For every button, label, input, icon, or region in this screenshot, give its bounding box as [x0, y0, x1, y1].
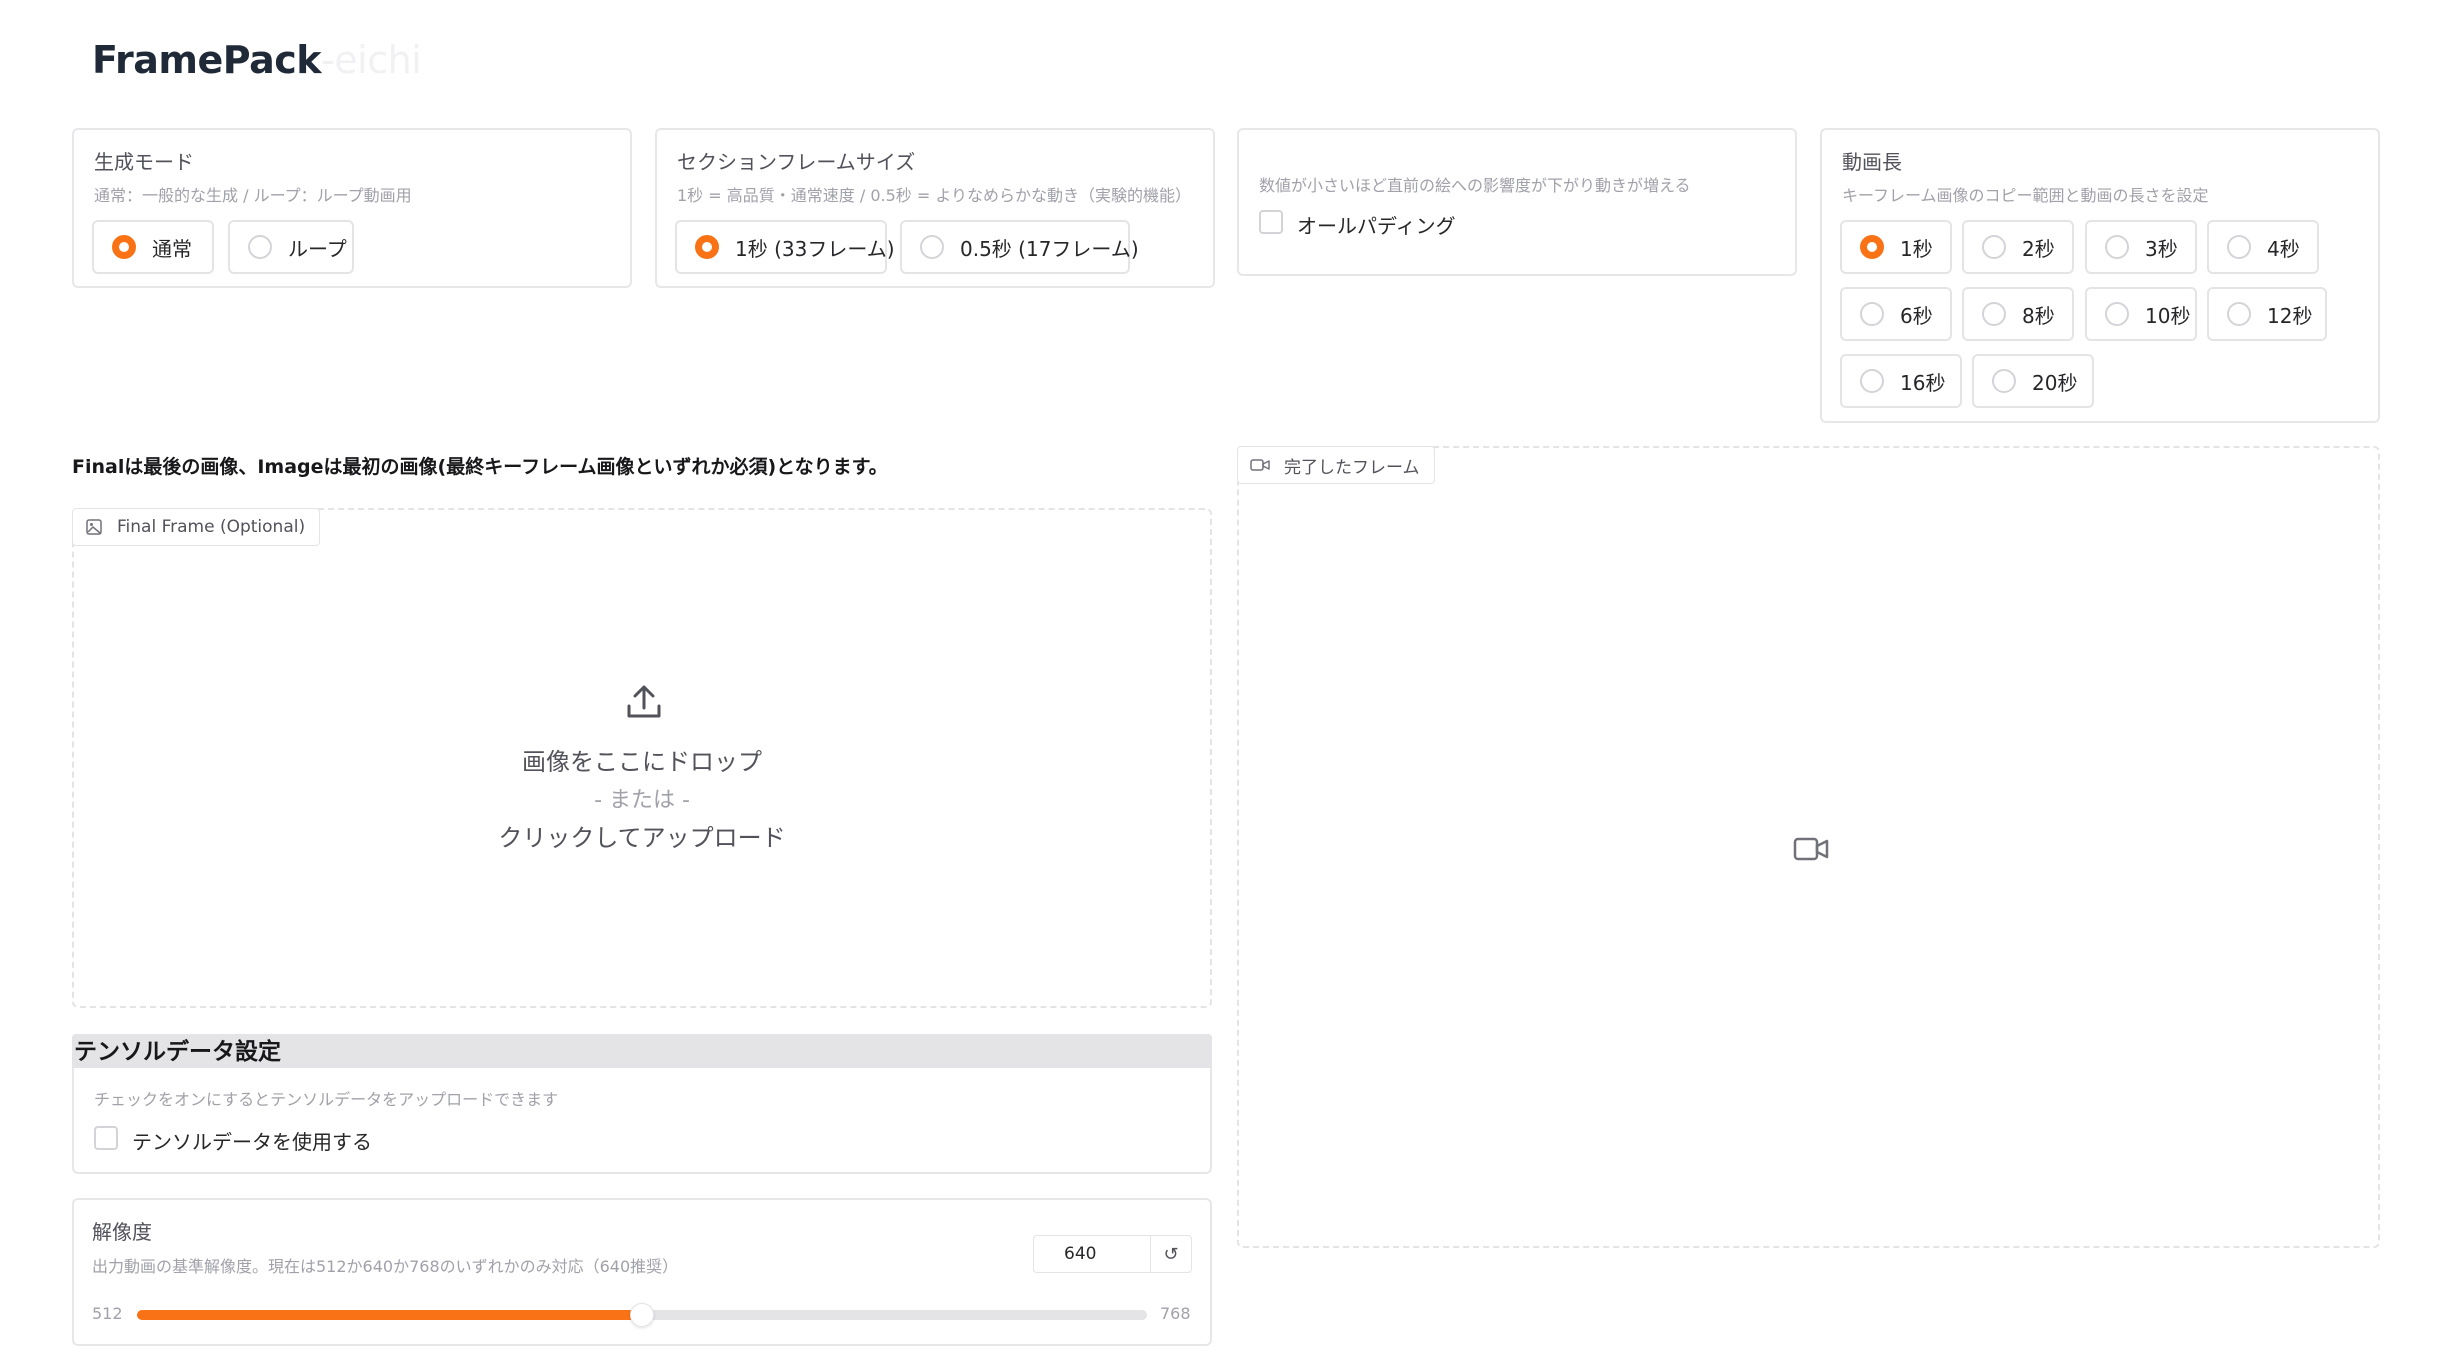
final-frame-tag-label: Final Frame (Optional) — [117, 517, 306, 537]
radio-length-16s[interactable]: 16秒 — [1840, 354, 1962, 408]
radio-frame-05s[interactable]: 0.5秒 (17フレーム) — [900, 220, 1139, 274]
radio-dot — [2105, 302, 2129, 326]
section-frame-size-panel: セクションフレームサイズ 1秒 = 高品質・通常速度 / 0.5秒 = よりなめ… — [655, 128, 1215, 288]
completed-frames-tag: 完了したフレーム — [1237, 446, 1435, 484]
radio-dot — [2105, 235, 2129, 259]
upload-click-text: クリックしてアップロード — [498, 824, 786, 852]
radio-mode-loop[interactable]: ループ — [228, 220, 354, 274]
radio-length-4s[interactable]: 4秒 — [2207, 220, 2319, 274]
resolution-slider-thumb[interactable] — [630, 1303, 654, 1327]
resolution-slider[interactable] — [137, 1303, 1147, 1327]
all-padding-info: 数値が小さいほど直前の絵への影響度が下がり動きが増える — [1259, 176, 1691, 195]
radio-dot — [1982, 302, 2006, 326]
radio-dot — [1982, 235, 2006, 259]
upload-drop-text: 画像をここにドロップ — [522, 748, 762, 776]
radio-dot — [1860, 369, 1884, 393]
generation-mode-info: 通常：一般的な生成 / ループ：ループ動画用 — [94, 186, 412, 205]
tensor-data-checkbox[interactable] — [94, 1126, 118, 1150]
radio-label: 1秒 — [1900, 236, 1933, 261]
all-padding-checkbox[interactable] — [1259, 210, 1283, 234]
completed-frames-tag-label: 完了したフレーム — [1284, 457, 1420, 478]
radio-label: 8秒 — [2022, 303, 2055, 328]
radio-length-20s[interactable]: 20秒 — [1972, 354, 2094, 408]
radio-length-10s[interactable]: 10秒 — [2085, 287, 2197, 341]
radio-length-8s[interactable]: 8秒 — [1962, 287, 2074, 341]
all-padding-panel: 数値が小さいほど直前の絵への影響度が下がり動きが増える オールパディング — [1237, 128, 1797, 276]
upload-or-text: - または - — [594, 788, 690, 813]
radio-dot — [2227, 235, 2251, 259]
radio-mode-normal[interactable]: 通常 — [92, 220, 214, 274]
radio-label: 3秒 — [2145, 236, 2178, 261]
video-length-info: キーフレーム画像のコピー範囲と動画の長さを設定 — [1842, 186, 2209, 205]
radio-dot — [2227, 302, 2251, 326]
radio-length-2s[interactable]: 2秒 — [1962, 220, 2074, 274]
radio-label: ループ — [288, 236, 347, 261]
completed-frames-panel: 完了したフレーム — [1237, 446, 2380, 1248]
resolution-number-input[interactable]: 640 — [1033, 1235, 1151, 1273]
tensor-settings-info: チェックをオンにするとテンソルデータをアップロードできます — [94, 1090, 559, 1109]
tensor-settings-panel: チェックをオンにするとテンソルデータをアップロードできます テンソルデータを使用… — [72, 1068, 1212, 1174]
radio-dot — [248, 235, 272, 259]
video-length-label: 動画長 — [1842, 150, 1902, 174]
radio-label: 2秒 — [2022, 236, 2055, 261]
video-icon — [1250, 459, 1270, 471]
section-frame-size-info: 1秒 = 高品質・通常速度 / 0.5秒 = よりなめらかな動き（実験的機能） — [677, 186, 1192, 205]
radio-label: 6秒 — [1900, 303, 1933, 328]
app-title-suffix: -eichi — [321, 38, 422, 82]
upload-icon — [627, 685, 661, 718]
radio-dot — [1860, 302, 1884, 326]
resolution-label: 解像度 — [92, 1220, 152, 1244]
generation-mode-label: 生成モード — [94, 150, 194, 174]
radio-length-3s[interactable]: 3秒 — [2085, 220, 2197, 274]
radio-label: 通常 — [152, 236, 192, 261]
radio-label: 4秒 — [2267, 236, 2300, 261]
resolution-info: 出力動画の基準解像度。現在は512か640か768のいずれかのみ対応（640推奨… — [92, 1257, 679, 1276]
radio-dot — [112, 235, 136, 259]
radio-dot — [1860, 235, 1884, 259]
section-frame-size-label: セクションフレームサイズ — [677, 150, 916, 174]
radio-label: 10秒 — [2145, 303, 2191, 328]
resolution-reset-button[interactable]: ↺ — [1150, 1235, 1192, 1273]
image-icon — [86, 519, 102, 535]
resolution-slider-fill — [137, 1310, 642, 1320]
radio-label: 16秒 — [1900, 370, 1946, 395]
resolution-min-label: 512 — [92, 1304, 123, 1323]
tensor-settings-header[interactable]: テンソルデータ設定 — [72, 1034, 1212, 1070]
radio-label: 20秒 — [2032, 370, 2078, 395]
radio-frame-1s[interactable]: 1秒 (33フレーム) — [675, 220, 895, 274]
radio-label: 1秒 (33フレーム) — [735, 236, 895, 261]
video-placeholder-icon — [1793, 837, 1829, 861]
radio-label: 12秒 — [2267, 303, 2313, 328]
tensor-data-label[interactable]: テンソルデータを使用する — [132, 1126, 372, 1155]
radio-label: 0.5秒 (17フレーム) — [960, 236, 1139, 261]
resolution-max-label: 768 — [1160, 1304, 1191, 1323]
radio-length-6s[interactable]: 6秒 — [1840, 287, 1952, 341]
app-title: FramePack-eichi — [92, 38, 422, 82]
radio-dot — [1992, 369, 2016, 393]
final-frame-tag: Final Frame (Optional) — [72, 508, 321, 546]
all-padding-label[interactable]: オールパディング — [1297, 210, 1456, 239]
video-length-panel: 動画長 キーフレーム画像のコピー範囲と動画の長さを設定 1秒 2秒 3秒 4秒 … — [1820, 128, 2380, 423]
radio-dot — [695, 235, 719, 259]
radio-length-1s[interactable]: 1秒 — [1840, 220, 1952, 274]
final-frame-upload[interactable]: Final Frame (Optional) 画像をここにドロップ - または … — [72, 508, 1212, 1008]
image-requirement-note: Finalは最後の画像、Imageは最初の画像(最終キーフレーム画像といずれか必… — [72, 456, 888, 478]
generation-mode-panel: 生成モード 通常：一般的な生成 / ループ：ループ動画用 通常 ループ — [72, 128, 632, 288]
radio-dot — [920, 235, 944, 259]
radio-length-12s[interactable]: 12秒 — [2207, 287, 2327, 341]
